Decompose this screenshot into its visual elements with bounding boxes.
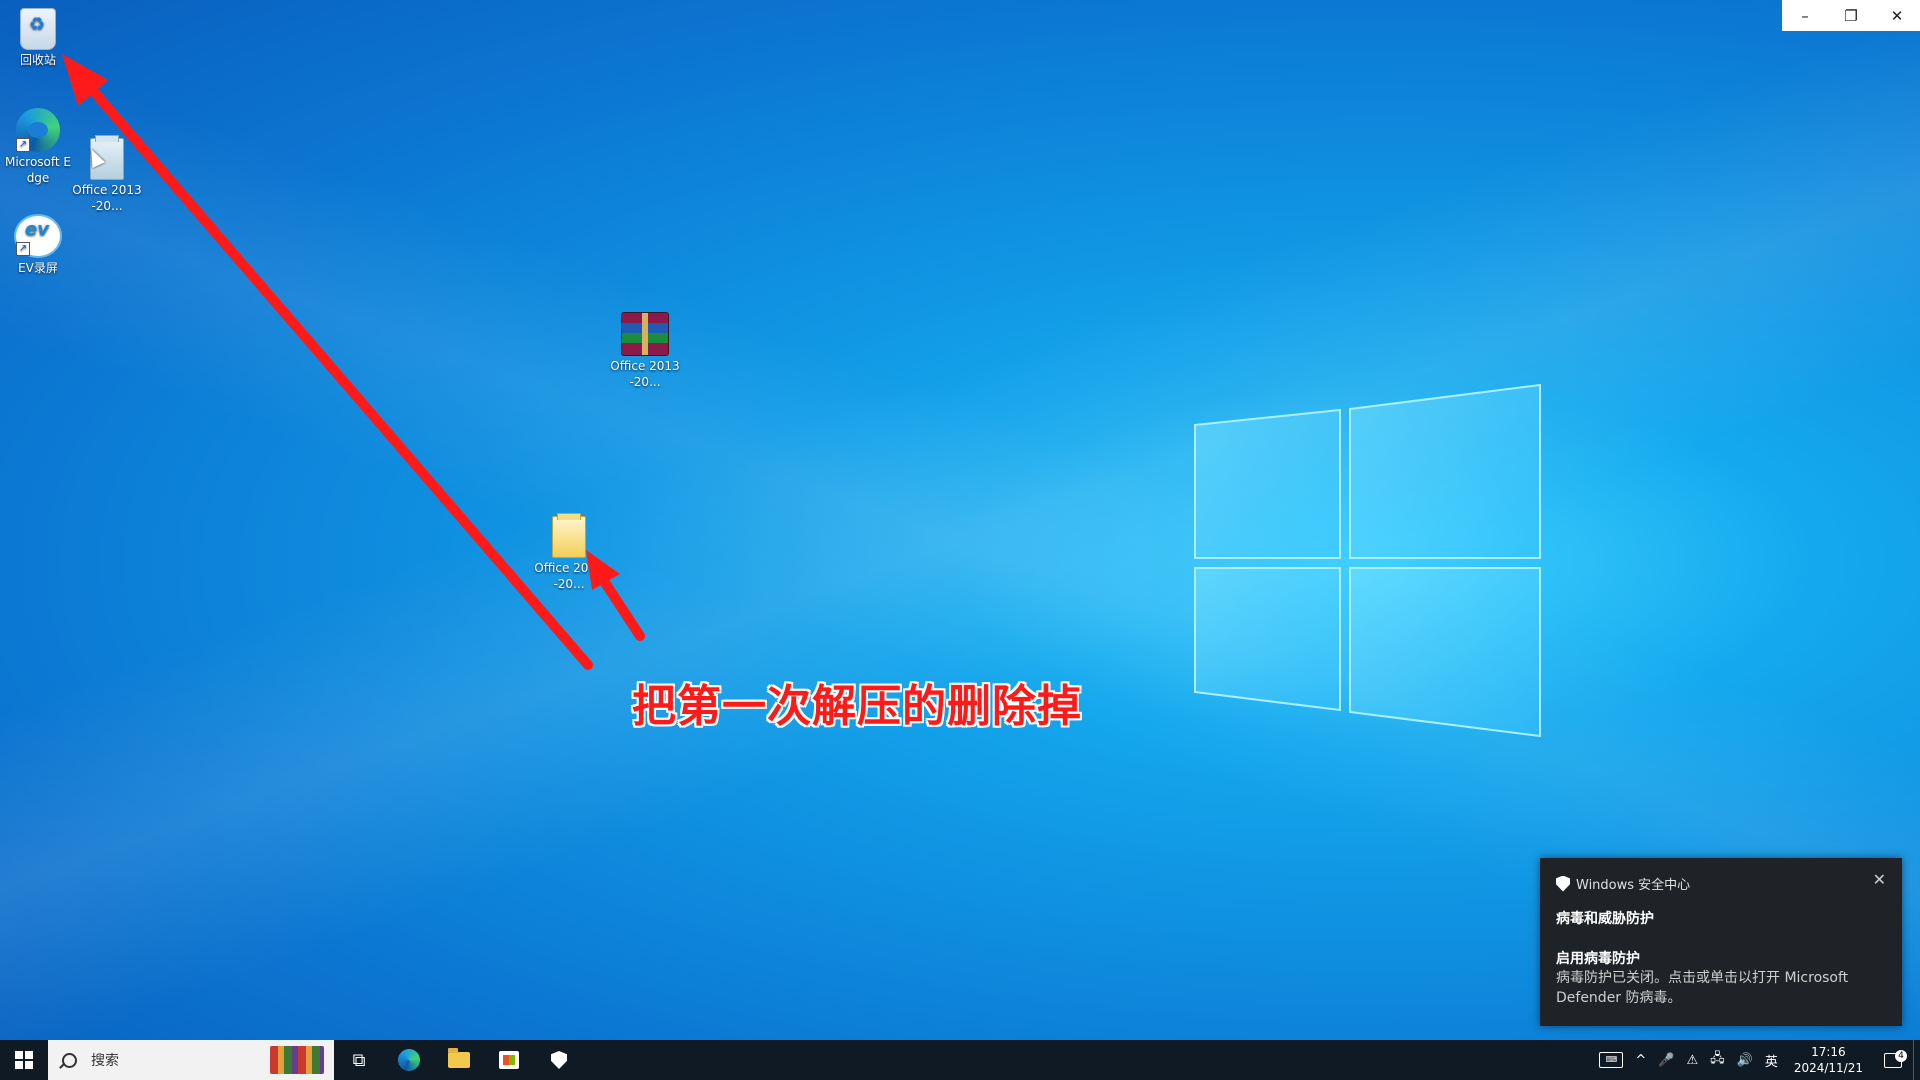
toast-close-button[interactable]: ✕ bbox=[1873, 870, 1886, 889]
winrar-archive-icon bbox=[621, 312, 669, 356]
shortcut-arrow-icon: ↗ bbox=[16, 138, 30, 152]
search-placeholder: 搜索 bbox=[91, 1053, 119, 1069]
office-folder-desktop-item[interactable]: Office 2013-20... bbox=[533, 513, 605, 592]
volume-icon: 🔊 bbox=[1736, 1052, 1753, 1068]
action-center-button[interactable]: 4 bbox=[1873, 1049, 1913, 1068]
folder-icon bbox=[552, 513, 586, 558]
ime-button[interactable]: 英 bbox=[1759, 1040, 1784, 1080]
window-controls: – ❐ ✕ bbox=[1782, 0, 1920, 31]
show-hidden-icons-button[interactable]: ^ bbox=[1629, 1040, 1652, 1080]
microphone-icon: 🎤 bbox=[1658, 1052, 1675, 1068]
search-highlight-books-icon bbox=[270, 1046, 324, 1074]
clock-time: 17:16 bbox=[1811, 1045, 1846, 1059]
security-tray-button[interactable]: ⚠ bbox=[1680, 1040, 1704, 1080]
taskbar-edge-button[interactable] bbox=[384, 1040, 434, 1080]
volume-button[interactable]: 🔊 bbox=[1731, 1040, 1759, 1080]
taskbar-file-explorer-button[interactable] bbox=[434, 1040, 484, 1080]
taskbar-store-button[interactable] bbox=[484, 1040, 534, 1080]
office-rar-label: Office 2013-20... bbox=[610, 359, 680, 389]
network-button[interactable]: 🖧 bbox=[1704, 1040, 1731, 1080]
keyboard-icon: ⌨ bbox=[1599, 1052, 1624, 1068]
toast-app-name: Windows 安全中心 bbox=[1576, 878, 1691, 893]
task-view-button[interactable]: ⧉ bbox=[334, 1040, 384, 1080]
store-icon bbox=[499, 1051, 519, 1069]
toast-title: 病毒和威胁防护 bbox=[1556, 911, 1654, 927]
shield-icon bbox=[1556, 875, 1570, 892]
network-icon: 🖧 bbox=[1710, 1051, 1725, 1066]
edge-icon bbox=[398, 1049, 420, 1071]
office-folder-label: Office 2013-20... bbox=[534, 561, 604, 591]
security-toast[interactable]: Windows 安全中心 ✕ 病毒和威胁防护 启用病毒防护 病毒防护已关闭。点击… bbox=[1540, 858, 1902, 1026]
ime-indicator: 英 bbox=[1764, 1054, 1778, 1070]
ev-recorder-desktop-item[interactable]: ↗ EV录屏 bbox=[2, 214, 74, 276]
clock[interactable]: 17:16 2024/11/21 bbox=[1784, 1044, 1873, 1076]
shortcut-arrow-icon: ↗ bbox=[16, 242, 30, 256]
toast-subtitle: 启用病毒防护 bbox=[1556, 951, 1640, 967]
windows-start-icon bbox=[15, 1051, 33, 1069]
touch-keyboard-button[interactable]: ⌨ bbox=[1593, 1040, 1629, 1080]
task-view-icon: ⧉ bbox=[352, 1049, 366, 1071]
show-desktop-button[interactable] bbox=[1913, 1040, 1920, 1080]
toast-header: Windows 安全中心 bbox=[1556, 874, 1690, 893]
minimize-button[interactable]: – bbox=[1782, 0, 1828, 31]
office-shortcut-desktop-item[interactable]: Office 2013-20... bbox=[71, 135, 143, 214]
clock-date: 2024/11/21 bbox=[1793, 1061, 1863, 1075]
edge-icon: ↗ bbox=[16, 108, 60, 152]
edge-label: Microsoft Edge bbox=[4, 155, 71, 185]
restore-button[interactable]: ❐ bbox=[1828, 0, 1874, 31]
recycle-bin-icon bbox=[20, 8, 56, 50]
search-icon bbox=[62, 1052, 77, 1068]
file-explorer-icon bbox=[448, 1048, 470, 1068]
ev-recorder-label: EV录屏 bbox=[18, 261, 58, 275]
shield-icon bbox=[551, 1051, 567, 1069]
taskbar: 搜索 ⧉ ⌨ ^ 🎤 ⚠ 🖧 🔊 英 17:16 2024/11/21 4 bbox=[0, 1040, 1920, 1080]
notification-count-badge: 4 bbox=[1895, 1049, 1907, 1062]
windows-logo bbox=[1194, 383, 1541, 738]
security-warning-icon: ⚠ bbox=[1686, 1052, 1699, 1068]
ev-recorder-icon: ↗ bbox=[14, 214, 62, 258]
system-tray: ⌨ ^ 🎤 ⚠ 🖧 🔊 英 17:16 2024/11/21 4 bbox=[1593, 1040, 1920, 1080]
annotation-text: 把第一次解压的删除掉 bbox=[632, 681, 1082, 732]
recycle-bin-label: 回收站 bbox=[19, 53, 56, 67]
toast-body: 病毒防护已关闭。点击或单击以打开 Microsoft Defender 防病毒。 bbox=[1556, 970, 1849, 1006]
taskbar-security-button[interactable] bbox=[534, 1040, 584, 1080]
office-rar-desktop-item[interactable]: Office 2013-20... bbox=[609, 312, 681, 390]
recycle-bin-icon-item[interactable]: 回收站 bbox=[2, 8, 74, 68]
office-shortcut-label: Office 2013-20... bbox=[72, 183, 142, 213]
taskbar-search-box[interactable]: 搜索 bbox=[48, 1040, 334, 1080]
close-button[interactable]: ✕ bbox=[1874, 0, 1920, 31]
microphone-button[interactable]: 🎤 bbox=[1652, 1040, 1680, 1080]
start-button[interactable] bbox=[0, 1040, 48, 1080]
edge-desktop-item[interactable]: ↗ Microsoft Edge bbox=[2, 108, 74, 186]
chevron-up-icon: ^ bbox=[1635, 1052, 1647, 1068]
